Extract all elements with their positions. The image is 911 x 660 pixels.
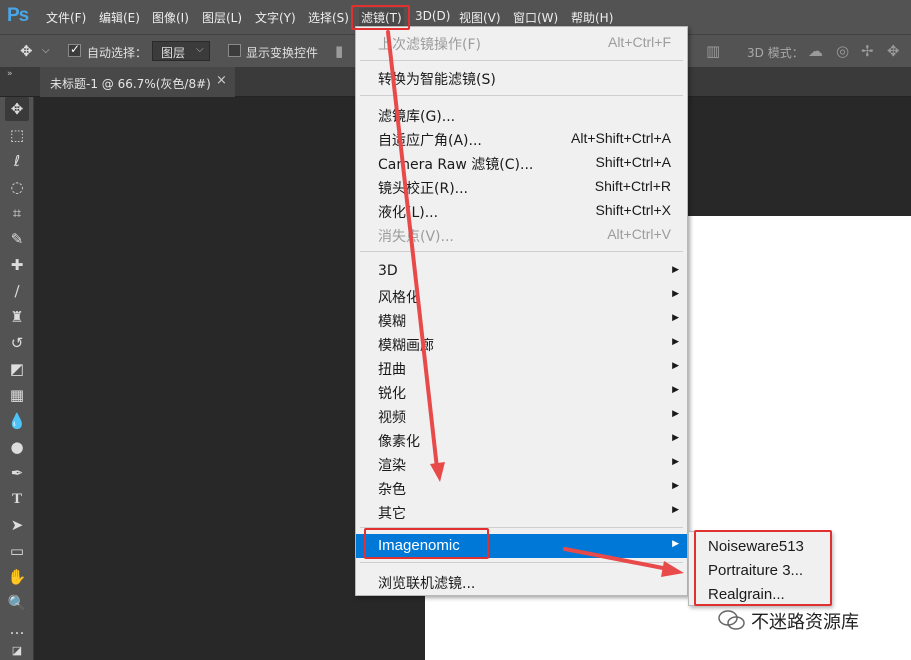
annotation-arrows bbox=[386, 30, 684, 577]
annotation-arrowhead-down bbox=[430, 462, 445, 482]
annotation-arrowhead-right bbox=[661, 561, 684, 577]
watermark-text: 不迷路资源库 bbox=[751, 612, 859, 633]
wechat-icon bbox=[718, 610, 745, 630]
annotation-arrow-down bbox=[386, 30, 439, 470]
annotation-arrow-right bbox=[563, 547, 670, 571]
